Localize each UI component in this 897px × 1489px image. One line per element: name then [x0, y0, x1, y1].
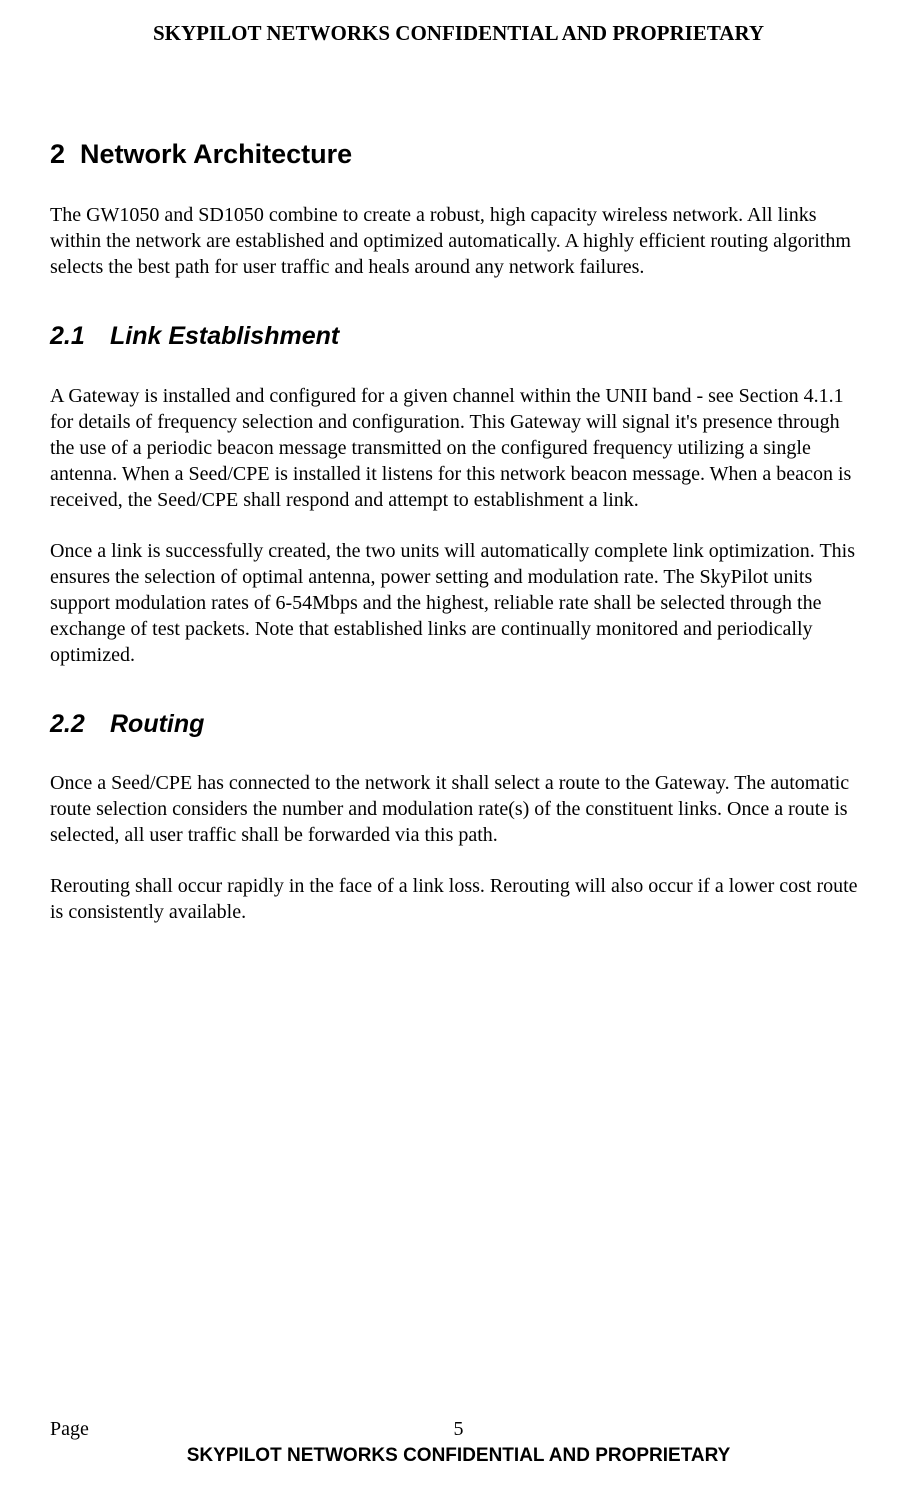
page-header-confidential: SKYPILOT NETWORKS CONFIDENTIAL AND PROPR… [50, 20, 867, 47]
footer-page-number: 5 [454, 1416, 464, 1442]
subsection-heading: 2.2Routing [50, 708, 867, 741]
subsection-title: Routing [110, 710, 204, 738]
footer-confidential: SKYPILOT NETWORKS CONFIDENTIAL AND PROPR… [50, 1444, 867, 1469]
section-number: 2 [50, 139, 65, 169]
section-intro-paragraph: The GW1050 and SD1050 combine to create … [50, 202, 867, 280]
subsection-title: Link Establishment [110, 322, 339, 350]
subsection-number: 2.2 [50, 708, 110, 741]
footer-page-label: Page [50, 1416, 89, 1442]
subsection-number: 2.1 [50, 320, 110, 353]
page-footer: Page 5 SKYPILOT NETWORKS CONFIDENTIAL AN… [50, 1416, 867, 1469]
body-paragraph: Once a Seed/CPE has connected to the net… [50, 770, 867, 848]
body-paragraph: Once a link is successfully created, the… [50, 538, 867, 668]
subsection-heading: 2.1Link Establishment [50, 320, 867, 353]
body-paragraph: Rerouting shall occur rapidly in the fac… [50, 873, 867, 925]
body-paragraph: A Gateway is installed and configured fo… [50, 383, 867, 513]
section-heading: 2 Network Architecture [50, 137, 867, 172]
section-title: Network Architecture [80, 139, 352, 169]
